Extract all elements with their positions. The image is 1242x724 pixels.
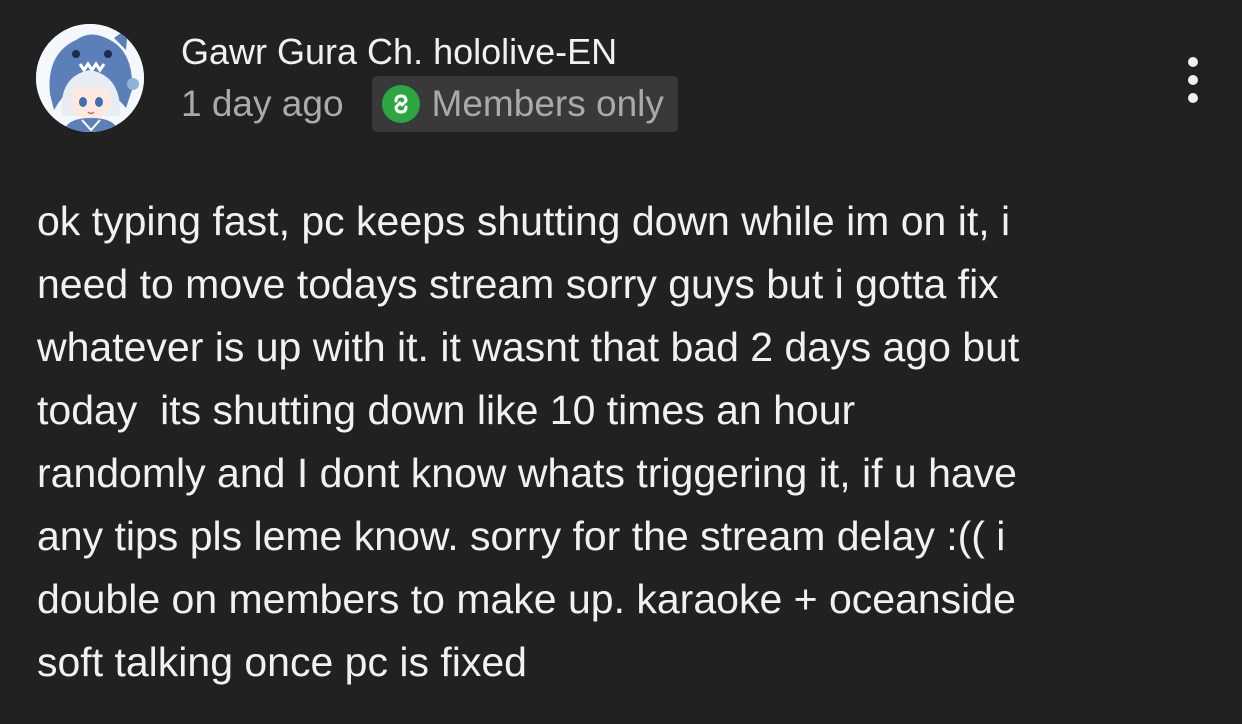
post-text-line: whatever is up with it. it wasnt that ba… bbox=[37, 324, 1020, 370]
members-badge-icon bbox=[381, 85, 420, 123]
channel-name[interactable]: Gawr Gura Ch. hololive-EN bbox=[181, 30, 617, 74]
more-vertical-icon-dot bbox=[1188, 93, 1198, 103]
post-text-line: today its shutting down like 10 times an… bbox=[37, 387, 856, 433]
members-only-badge: Members only bbox=[371, 76, 678, 132]
post-text-line: double on members to make up. karaoke + … bbox=[37, 576, 1016, 622]
post-meta: 1 day ago Members only bbox=[181, 76, 678, 132]
more-options-button[interactable] bbox=[1170, 50, 1216, 110]
more-vertical-icon bbox=[1188, 57, 1198, 67]
post-text-line: need to move todays stream sorry guys bu… bbox=[37, 261, 999, 307]
members-badge-glyph bbox=[394, 94, 408, 114]
post-time[interactable]: 1 day ago bbox=[181, 83, 344, 125]
channel-avatar[interactable] bbox=[36, 24, 144, 132]
members-badge-label: Members only bbox=[431, 83, 664, 124]
more-vertical-icon-dot bbox=[1188, 75, 1198, 85]
post-text-line: soft talking once pc is fixed bbox=[37, 639, 527, 685]
avatar-image bbox=[36, 24, 144, 132]
community-post: Gawr Gura Ch. hololive-EN 1 day ago Memb… bbox=[0, 0, 1242, 724]
post-text-line: any tips pls leme know. sorry for the st… bbox=[37, 513, 1006, 559]
post-text-line: randomly and I dont know whats triggerin… bbox=[37, 450, 1017, 496]
post-text-line: ok typing fast, pc keeps shutting down w… bbox=[37, 198, 1011, 244]
post-text: ok typing fast, pc keeps shutting down w… bbox=[37, 190, 1207, 694]
